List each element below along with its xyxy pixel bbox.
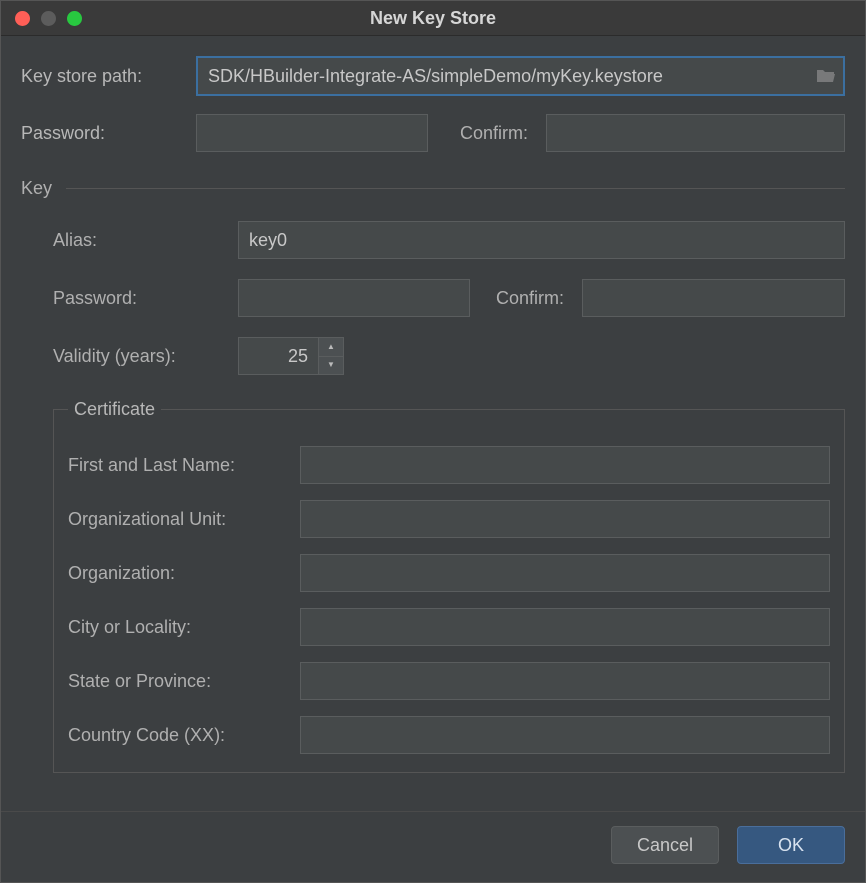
first-last-input[interactable] bbox=[300, 446, 830, 484]
validity-row: Validity (years): ▲ ▼ bbox=[53, 337, 845, 375]
city-row: City or Locality: bbox=[68, 608, 830, 646]
key-section: Alias: Password: Confirm: Validity (year… bbox=[21, 221, 845, 773]
state-input[interactable] bbox=[300, 662, 830, 700]
state-row: State or Province: bbox=[68, 662, 830, 700]
keystore-password-label: Password: bbox=[21, 123, 196, 144]
first-last-row: First and Last Name: bbox=[68, 446, 830, 484]
country-label: Country Code (XX): bbox=[68, 725, 300, 746]
country-input[interactable] bbox=[300, 716, 830, 754]
folder-open-icon bbox=[816, 68, 836, 84]
validity-spinner: ▲ ▼ bbox=[238, 337, 344, 375]
key-confirm-input[interactable] bbox=[582, 279, 845, 317]
window-title: New Key Store bbox=[1, 8, 865, 29]
validity-spin-buttons: ▲ ▼ bbox=[318, 337, 344, 375]
key-password-input[interactable] bbox=[238, 279, 470, 317]
alias-label: Alias: bbox=[53, 230, 238, 251]
keystore-confirm-label: Confirm: bbox=[460, 123, 528, 144]
keystore-confirm-input[interactable] bbox=[546, 114, 845, 152]
key-password-label: Password: bbox=[53, 288, 238, 309]
organization-input[interactable] bbox=[300, 554, 830, 592]
state-label: State or Province: bbox=[68, 671, 300, 692]
validity-decrement-button[interactable]: ▼ bbox=[319, 357, 343, 375]
org-unit-row: Organizational Unit: bbox=[68, 500, 830, 538]
keystore-path-input[interactable] bbox=[198, 58, 809, 94]
alias-row: Alias: bbox=[53, 221, 845, 259]
alias-input[interactable] bbox=[238, 221, 845, 259]
city-input[interactable] bbox=[300, 608, 830, 646]
first-last-label: First and Last Name: bbox=[68, 455, 300, 476]
country-row: Country Code (XX): bbox=[68, 716, 830, 754]
titlebar: New Key Store bbox=[1, 1, 865, 36]
keystore-path-row: Key store path: bbox=[21, 56, 845, 96]
key-confirm-label: Confirm: bbox=[496, 288, 564, 309]
validity-increment-button[interactable]: ▲ bbox=[319, 338, 343, 357]
certificate-fieldset: Certificate First and Last Name: Organiz… bbox=[53, 399, 845, 773]
org-unit-label: Organizational Unit: bbox=[68, 509, 300, 530]
new-key-store-dialog: New Key Store Key store path: Password: … bbox=[0, 0, 866, 883]
keystore-password-input[interactable] bbox=[196, 114, 428, 152]
keystore-path-label: Key store path: bbox=[21, 66, 196, 87]
cancel-button[interactable]: Cancel bbox=[611, 826, 719, 864]
section-divider bbox=[66, 188, 845, 189]
org-unit-input[interactable] bbox=[300, 500, 830, 538]
validity-label: Validity (years): bbox=[53, 346, 238, 367]
validity-input[interactable] bbox=[238, 337, 318, 375]
city-label: City or Locality: bbox=[68, 617, 300, 638]
ok-button[interactable]: OK bbox=[737, 826, 845, 864]
organization-label: Organization: bbox=[68, 563, 300, 584]
browse-folder-button[interactable] bbox=[809, 58, 843, 94]
dialog-content: Key store path: Password: Confirm: Key bbox=[1, 36, 865, 811]
certificate-legend: Certificate bbox=[68, 399, 161, 420]
key-password-row: Password: Confirm: bbox=[53, 279, 845, 317]
key-section-header: Key bbox=[21, 178, 845, 199]
dialog-footer: Cancel OK bbox=[1, 811, 865, 882]
key-section-title: Key bbox=[21, 178, 52, 199]
organization-row: Organization: bbox=[68, 554, 830, 592]
keystore-path-field-wrap bbox=[196, 56, 845, 96]
keystore-password-row: Password: Confirm: bbox=[21, 114, 845, 152]
